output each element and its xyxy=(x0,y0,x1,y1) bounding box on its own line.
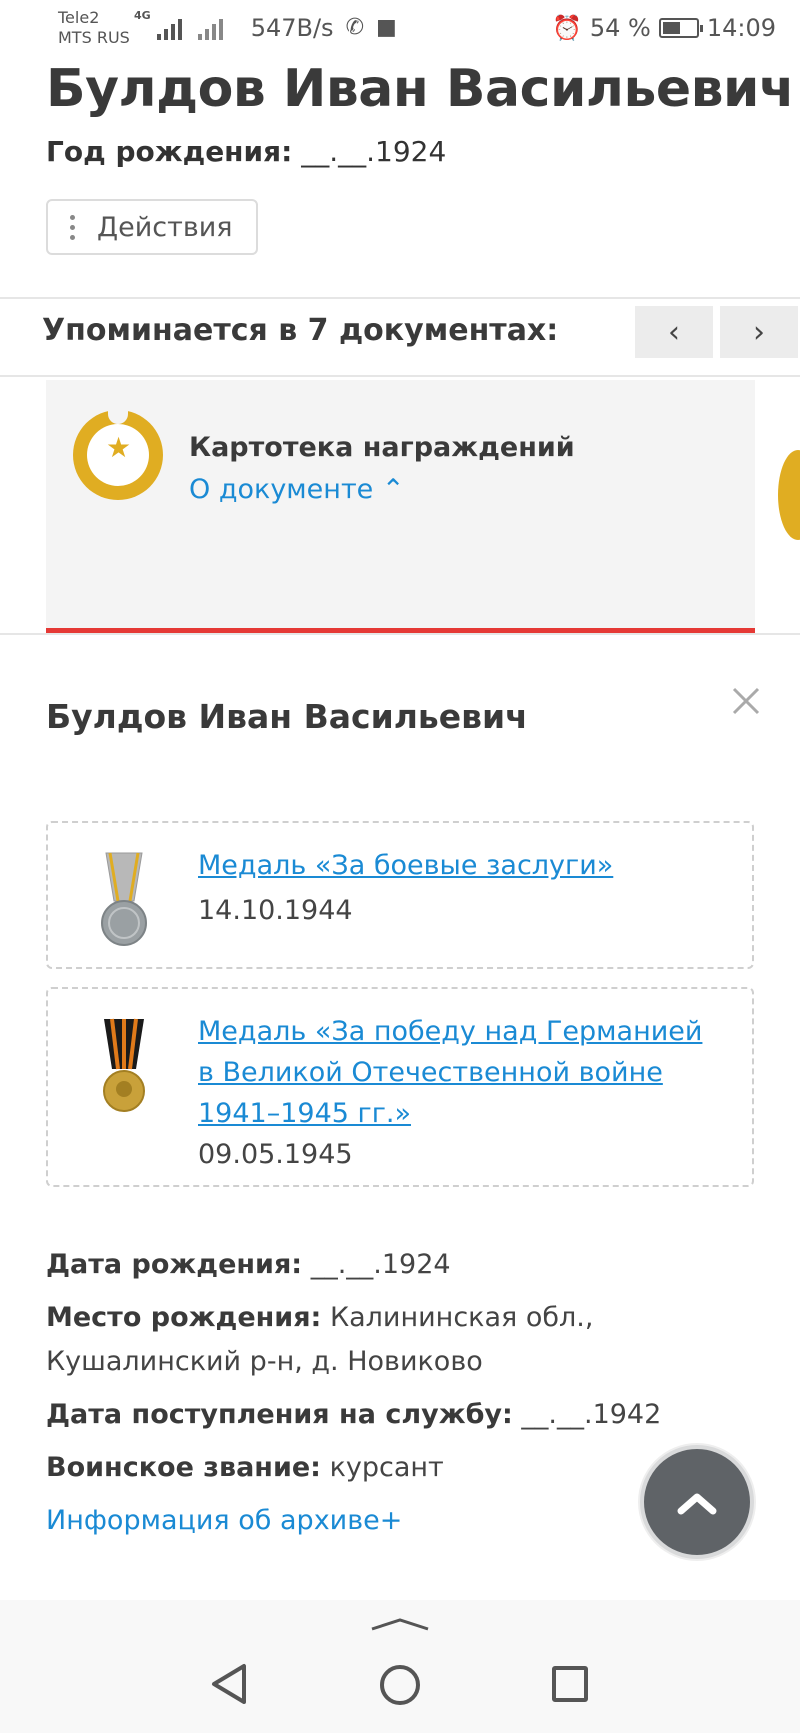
network-type: 4G xyxy=(134,9,151,22)
rank-row: Воинское звание: курсант xyxy=(46,1446,746,1490)
carrier-1: Tele2 xyxy=(58,7,100,27)
birth-date-label: Дата рождения: xyxy=(46,1249,303,1280)
medal-combat-merit-icon xyxy=(101,852,147,946)
status-bar: Tele2 MTS RUS 4G 547B/s ✆ ■ ⏰ 54 % 14:09 xyxy=(0,0,800,55)
signal-icon-1 xyxy=(156,16,182,40)
birth-date-value: __.__.1924 xyxy=(302,1249,451,1280)
award-date: 09.05.1945 xyxy=(198,1139,353,1170)
panel-title: Булдов Иван Васильевич xyxy=(46,697,528,736)
carousel-prev-button[interactable]: ‹ xyxy=(635,306,713,358)
carrier-names: Tele2 MTS RUS xyxy=(58,8,130,48)
birth-place-label: Место рождения: xyxy=(46,1302,322,1333)
page-title: Булдов Иван Васильевич xyxy=(46,59,795,119)
medal-victory-germany-icon xyxy=(103,1018,145,1112)
expand-handle-icon[interactable] xyxy=(370,1616,430,1632)
chevron-left-icon: ‹ xyxy=(668,314,680,350)
network-speed: 547B/s xyxy=(250,13,334,42)
close-icon[interactable] xyxy=(726,681,766,721)
whatsapp-icon: ✆ xyxy=(345,15,364,40)
award-link[interactable]: Медаль «За боевые заслуги» xyxy=(198,845,718,886)
clock: 14:09 xyxy=(706,13,776,42)
signal-icon-2 xyxy=(197,16,223,40)
battery-icon xyxy=(658,17,703,38)
actions-button[interactable]: Действия xyxy=(46,199,258,255)
divider xyxy=(0,375,800,377)
award-link[interactable]: Медаль «За победу над Германией в Велико… xyxy=(198,1011,718,1134)
actions-label: Действия xyxy=(97,211,233,243)
carousel-next-button[interactable]: › xyxy=(720,306,798,358)
home-icon[interactable] xyxy=(380,1665,420,1705)
chevron-right-icon: › xyxy=(753,314,765,350)
back-icon[interactable] xyxy=(210,1662,250,1706)
rank-value: курсант xyxy=(320,1452,444,1483)
birth-year: Год рождения: __.__.1924 xyxy=(46,135,446,168)
mentions-title: Упоминается в 7 документах: xyxy=(42,313,559,348)
award-date: 14.10.1944 xyxy=(198,895,353,926)
mentions-header: Упоминается в 7 документах: ‹ › xyxy=(0,297,800,375)
award-file-icon: ★ xyxy=(73,406,163,500)
document-title: Картотека награждений xyxy=(189,432,575,463)
system-navigation-bar xyxy=(0,1600,800,1733)
chevron-up-icon xyxy=(677,1493,717,1515)
carrier-2: MTS RUS xyxy=(58,27,130,47)
alarm-icon: ⏰ xyxy=(551,13,582,42)
birth-date-row: Дата рождения: __.__.1924 xyxy=(46,1243,746,1287)
award-card: Медаль «За победу над Германией в Велико… xyxy=(46,987,754,1187)
more-vertical-icon xyxy=(70,214,75,240)
birth-year-value: __.__.1924 xyxy=(292,135,447,168)
service-start-value: __.__.1942 xyxy=(512,1399,662,1430)
rank-label: Воинское звание: xyxy=(46,1452,321,1483)
video-icon: ■ xyxy=(376,15,397,40)
service-start-row: Дата поступления на службу: __.__.1942 xyxy=(46,1393,746,1437)
document-card[interactable]: ★ Картотека награждений О документе ⌃ xyxy=(46,380,755,633)
battery-percent: 54 % xyxy=(589,13,651,42)
award-card: Медаль «За боевые заслуги» 14.10.1944 xyxy=(46,821,754,969)
recent-apps-icon[interactable] xyxy=(552,1666,588,1702)
service-start-label: Дата поступления на службу: xyxy=(46,1399,513,1430)
birth-place-row: Место рождения: Калининская обл., Кушали… xyxy=(46,1296,746,1384)
scroll-to-top-button[interactable] xyxy=(640,1445,754,1559)
birth-year-label: Год рождения: xyxy=(46,135,293,168)
page-content: Булдов Иван Васильевич Год рождения: __.… xyxy=(0,55,800,1600)
next-document-card-peek[interactable] xyxy=(778,450,800,540)
about-document-link[interactable]: О документе ⌃ xyxy=(189,474,405,505)
